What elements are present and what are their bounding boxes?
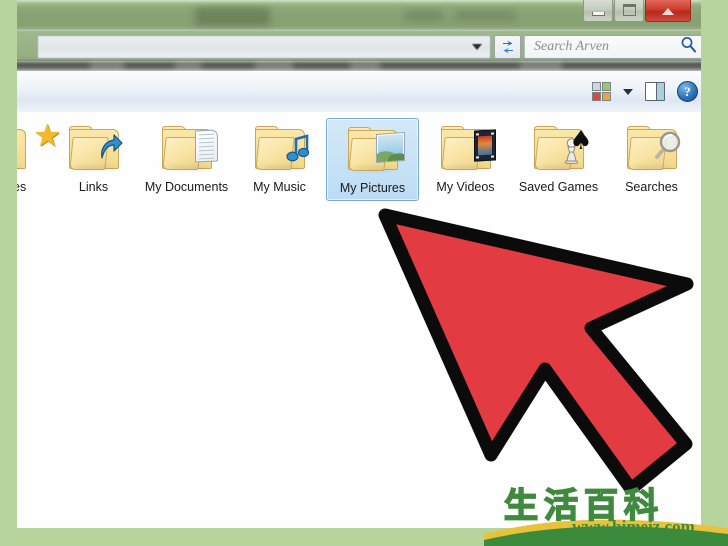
- help-icon: ?: [677, 81, 698, 102]
- file-item-my-documents[interactable]: My Documents: [140, 118, 233, 199]
- menu-ghost-a: [90, 63, 124, 69]
- help-button[interactable]: ?: [677, 81, 698, 102]
- menu-bar[interactable]: [17, 61, 701, 71]
- file-item-my-music[interactable]: My Music: [233, 118, 326, 199]
- page-frame: Search Arven ? ★ s Links My Documents My…: [0, 0, 728, 546]
- file-label: Saved Games: [518, 180, 599, 194]
- file-icon-grid: ★ Favorites Links: [17, 118, 701, 201]
- window-title-text: [195, 7, 270, 26]
- shortcut-arrow-icon: [98, 134, 123, 161]
- preview-pane-button[interactable]: [645, 82, 665, 101]
- folder-favorites-icon: ★: [17, 121, 61, 174]
- picture-emblem-icon: [375, 131, 405, 164]
- minimize-icon: [591, 12, 605, 16]
- file-label: My Documents: [144, 180, 229, 194]
- chevron-down-icon: [623, 88, 633, 95]
- magnifier-icon: [654, 131, 684, 160]
- menu-ghost-d: [350, 63, 380, 69]
- menu-ghost-c: [255, 63, 293, 69]
- refresh-icon: [502, 40, 513, 53]
- document-page-icon: [194, 129, 218, 163]
- close-icon: [662, 8, 674, 15]
- chevron-down-icon[interactable]: [472, 44, 482, 50]
- refresh-button[interactable]: [494, 35, 521, 59]
- file-item-searches[interactable]: Searches: [605, 118, 698, 199]
- explorer-window: Search Arven ? ★ s Links My Documents My…: [17, 0, 701, 528]
- file-label: Favorites: [17, 180, 27, 194]
- window-controls: [582, 0, 691, 24]
- views-icon: [592, 82, 611, 101]
- file-label: My Videos: [436, 180, 495, 194]
- menu-ghost-e: [520, 63, 562, 69]
- file-item-my-pictures[interactable]: My Pictures: [326, 118, 419, 201]
- folder-searches-icon: [621, 122, 683, 174]
- minimize-button[interactable]: [583, 0, 613, 22]
- views-button[interactable]: [592, 82, 611, 101]
- folder-games-icon: ♠: [528, 122, 593, 174]
- toolbar-right-group: ?: [592, 71, 698, 112]
- folder-music-icon: [249, 122, 311, 174]
- file-label: Links: [78, 180, 109, 194]
- file-label: My Pictures: [339, 181, 406, 195]
- folder-videos-icon: [435, 122, 497, 174]
- folder-pictures-icon: [342, 123, 405, 175]
- file-label: Searches: [625, 180, 678, 194]
- maximize-icon: [622, 4, 636, 16]
- folder-documents-icon: [156, 122, 218, 174]
- file-item-my-videos[interactable]: My Videos: [419, 118, 512, 199]
- menu-ghost-b: [175, 63, 201, 69]
- file-item-favorites[interactable]: ★ Favorites: [17, 118, 61, 199]
- address-bar[interactable]: [37, 35, 491, 59]
- search-icon: [680, 36, 697, 58]
- preview-pane-icon: [645, 82, 665, 101]
- search-box[interactable]: Search Arven: [524, 35, 701, 59]
- search-input[interactable]: Search Arven: [525, 39, 680, 55]
- maximize-button[interactable]: [614, 0, 644, 22]
- folder-links-icon: [63, 122, 125, 174]
- title-bar-ghost-a: [405, 10, 443, 21]
- film-strip-icon: [473, 129, 496, 162]
- file-label: My Music: [253, 180, 306, 194]
- close-button[interactable]: [645, 0, 691, 22]
- spade-icon: ♠: [569, 126, 593, 156]
- music-note-icon: [285, 134, 310, 162]
- file-item-saved-games[interactable]: ♠ Saved Games: [512, 118, 605, 199]
- command-toolbar: ?: [17, 71, 701, 113]
- views-dropdown-button[interactable]: [623, 88, 633, 95]
- title-bar-ghost-b: [455, 10, 515, 21]
- file-list-content: ★ Favorites Links: [17, 112, 701, 528]
